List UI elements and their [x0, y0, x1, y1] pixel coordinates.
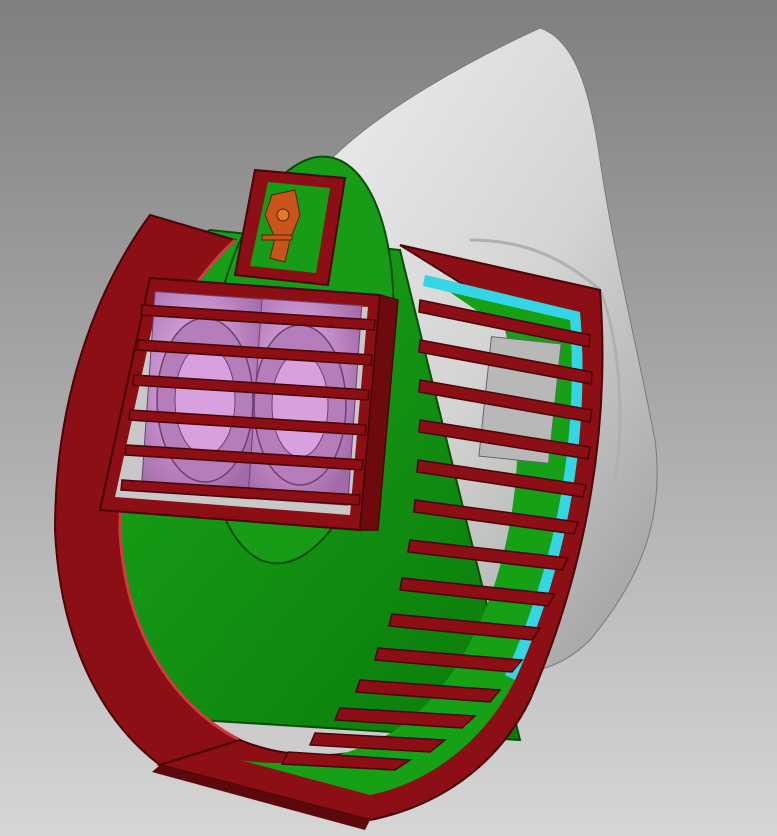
fan-module — [98, 276, 399, 532]
fan-right — [247, 298, 363, 506]
fan-left — [140, 291, 266, 500]
pcb-bracket — [233, 168, 347, 287]
cad-viewport[interactable] — [0, 0, 777, 836]
respirator-3d-model — [0, 0, 777, 836]
